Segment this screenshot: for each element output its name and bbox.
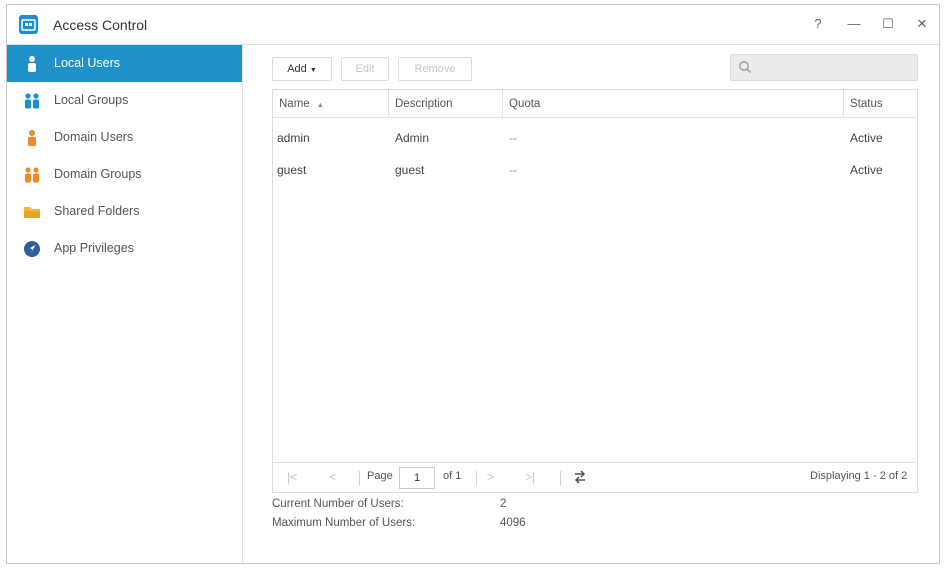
cell-description: guest — [395, 163, 425, 177]
table-row[interactable]: admin Admin -- Active — [273, 123, 917, 155]
users-table: Name ▲ Description Quota Status admin Ad… — [272, 89, 918, 493]
cell-quota: -- — [509, 131, 517, 145]
column-header-quota[interactable]: Quota — [503, 90, 844, 118]
title-bar: Access Control ? — ☐ ✕ — [7, 5, 939, 45]
cell-description: Admin — [395, 131, 430, 145]
sidebar-item-app-privileges[interactable]: App Privileges — [7, 230, 242, 267]
column-header-name[interactable]: Name ▲ — [273, 90, 389, 118]
cell-name: guest — [277, 163, 307, 177]
pager-separator — [359, 471, 360, 485]
access-control-icon — [19, 15, 38, 34]
page-of-label: of 1 — [443, 470, 462, 482]
user-group-icon — [23, 92, 41, 110]
first-page-icon[interactable]: |< — [287, 470, 297, 484]
table-header: Name ▲ Description Quota Status — [273, 90, 917, 118]
close-button[interactable]: ✕ — [911, 13, 933, 35]
last-page-icon[interactable]: >| — [525, 470, 535, 484]
page-number-input[interactable] — [399, 467, 435, 489]
sidebar-item-local-users[interactable]: Local Users — [7, 45, 242, 82]
domain-group-icon — [23, 166, 41, 184]
access-control-window: Access Control ? — ☐ ✕ Local Users Local… — [6, 4, 940, 564]
window-title: Access Control — [53, 17, 148, 33]
cell-quota: -- — [509, 163, 517, 177]
page-label: Page — [367, 470, 393, 482]
refresh-icon[interactable] — [573, 469, 587, 488]
sidebar-item-label: Domain Users — [54, 130, 134, 144]
search-box — [730, 54, 918, 81]
max-users-value: 4096 — [500, 517, 526, 529]
cell-status: Active — [850, 163, 883, 177]
chevron-down-icon: ▼ — [309, 67, 317, 74]
maximize-button[interactable]: ☐ — [877, 13, 899, 35]
sidebar-item-domain-users[interactable]: Domain Users — [7, 119, 242, 156]
sidebar-item-domain-groups[interactable]: Domain Groups — [7, 156, 242, 193]
search-input[interactable] — [757, 58, 912, 77]
app-privileges-icon — [23, 240, 41, 258]
next-page-icon[interactable]: > — [487, 470, 494, 484]
sidebar-item-label: App Privileges — [54, 241, 134, 255]
current-users-label: Current Number of Users: — [272, 498, 404, 510]
column-header-status[interactable]: Status — [844, 90, 917, 118]
remove-button[interactable]: Remove — [398, 57, 472, 81]
sidebar-item-label: Domain Groups — [54, 167, 142, 181]
max-users-label: Maximum Number of Users: — [272, 517, 416, 529]
column-header-label: Name — [279, 98, 310, 110]
help-button[interactable]: ? — [807, 13, 829, 35]
table-row[interactable]: guest guest -- Active — [273, 155, 917, 187]
sidebar: Local Users Local Groups Domain Users Do… — [7, 45, 243, 563]
current-users-value: 2 — [500, 498, 507, 510]
sidebar-item-label: Local Groups — [54, 93, 129, 107]
sidebar-item-label: Shared Folders — [54, 204, 140, 218]
add-button[interactable]: Add ▼ — [272, 57, 332, 81]
search-icon — [738, 60, 752, 77]
sort-ascending-icon: ▲ — [316, 102, 324, 109]
sidebar-item-label: Local Users — [54, 56, 120, 70]
pager-separator — [560, 471, 561, 485]
folder-icon — [23, 203, 41, 221]
cell-status: Active — [850, 131, 883, 145]
previous-page-icon[interactable]: < — [329, 470, 336, 484]
displaying-count: Displaying 1 - 2 of 2 — [810, 470, 908, 482]
edit-button[interactable]: Edit — [341, 57, 389, 81]
sidebar-item-local-groups[interactable]: Local Groups — [7, 82, 242, 119]
user-icon — [23, 55, 41, 73]
minimize-button[interactable]: — — [843, 13, 865, 35]
cell-name: admin — [277, 131, 310, 145]
column-header-description[interactable]: Description — [389, 90, 503, 118]
pager-separator — [476, 471, 477, 485]
pagination-bar: |< < Page of 1 > >| Displaying 1 - 2 of … — [273, 462, 917, 492]
sidebar-item-shared-folders[interactable]: Shared Folders — [7, 193, 242, 230]
domain-user-icon — [23, 129, 41, 147]
add-button-label: Add — [287, 63, 307, 75]
